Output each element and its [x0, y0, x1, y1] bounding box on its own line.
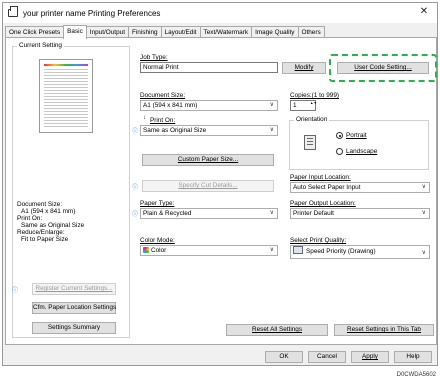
cancel-button[interactable]: Cancel [308, 351, 346, 363]
print-on-label: Print On: [150, 117, 176, 124]
paper-input-value: Auto Select Paper Input [293, 184, 361, 191]
title-bar: your printer name Printing Preferences ✕ [3, 3, 437, 23]
register-settings-button[interactable]: Register Current Settings... [32, 283, 116, 295]
paper-output-label: Paper Output Location: [290, 200, 356, 207]
summary-print-on-value: Same as Original Size [21, 222, 85, 229]
settings-summary-button[interactable]: Settings Summary [32, 322, 116, 334]
spin-icon[interactable]: ▲▼ [310, 101, 317, 106]
landscape-label: Landscape [346, 148, 378, 155]
custom-paper-size-label: Custom Paper Size... [177, 156, 239, 163]
paper-output-select[interactable]: Printer Default ∨ [290, 208, 430, 219]
paper-type-select[interactable]: Plain & Recycled ∨ [140, 208, 278, 219]
print-quality-select[interactable]: Speed Priority (Drawing) ∨ [290, 245, 430, 259]
print-on-value: Same as Original Size [143, 127, 207, 134]
specify-cut-details-label: Specify Cut Details... [178, 182, 238, 189]
help-label: Help [406, 353, 420, 360]
paper-input-select[interactable]: Auto Select Paper Input ∨ [290, 182, 430, 193]
page-preview [39, 59, 93, 133]
color-mode-value: Color [151, 247, 167, 254]
current-setting-title: Current Setting [17, 42, 64, 49]
color-mode-label: Color Mode: [140, 237, 175, 244]
portrait-label: Portrait [346, 132, 367, 139]
settings-summary-label: Settings Summary [47, 324, 101, 331]
landscape-radio[interactable] [336, 148, 343, 155]
portrait-radio[interactable] [336, 132, 343, 139]
modify-label: Modify [294, 64, 314, 71]
register-settings-label: Register Current Settings... [35, 285, 113, 292]
orientation-title: Orientation [294, 116, 330, 123]
paper-type-label: Paper Type: [140, 200, 175, 207]
summary-document-size-label: Document Size: [17, 201, 63, 208]
copies-field[interactable]: 1 ▲▼ [290, 100, 317, 111]
apply-label: Apply [362, 353, 378, 360]
basic-tab-panel: Current Setting Document Size: A1 (594 x… [5, 37, 437, 345]
tab-basic[interactable]: Basic [63, 25, 87, 39]
document-size-label: Document Size: [140, 92, 186, 99]
chevron-down-icon: ∨ [269, 127, 274, 133]
job-type-label: Job Type: [140, 54, 168, 61]
chevron-down-icon: ∨ [269, 247, 274, 253]
page-lines-icon [307, 138, 313, 147]
summary-document-size-value: A1 (594 x 841 mm) [21, 208, 76, 215]
highlight-box [329, 54, 437, 82]
info-icon: ⓘ [132, 185, 139, 191]
summary-print-on-label: Print On: [17, 215, 43, 222]
cfm-paper-location-button[interactable]: Cfm. Paper Location Settings [32, 302, 116, 314]
preview-color-bar [44, 64, 88, 66]
paper-type-value: Plain & Recycled [143, 210, 192, 217]
job-type-field[interactable]: Normal Print [140, 62, 278, 73]
summary-reduce-enlarge-label: Reduce/Enlarge: [17, 229, 65, 236]
copies-value: 1 [293, 102, 297, 109]
print-quality-label: Select Print Quality: [290, 237, 347, 244]
preview-text-lines [44, 69, 88, 129]
reset-tab-settings-button[interactable]: Reset Settings in This Tab [334, 324, 434, 336]
cfm-paper-location-label: Cfm. Paper Location Settings [33, 304, 117, 311]
printer-icon [8, 6, 18, 17]
ok-button[interactable]: OK [265, 351, 303, 363]
custom-paper-size-button[interactable]: Custom Paper Size... [142, 154, 274, 166]
copies-label: Copies:(1 to 999) [290, 92, 340, 99]
dialog-footer: OK Cancel Apply Help [3, 348, 437, 366]
document-size-select[interactable]: A1 (594 x 841 mm) ∨ [140, 100, 278, 111]
cancel-label: Cancel [317, 353, 337, 360]
reset-all-settings-button[interactable]: Reset All Settings [226, 324, 328, 336]
chevron-down-icon: ∨ [269, 102, 274, 108]
info-icon: ⓘ [132, 212, 139, 218]
reset-tab-settings-label: Reset Settings in This Tab [346, 326, 421, 333]
window-title: your printer name Printing Preferences [23, 8, 161, 18]
apply-button[interactable]: Apply [351, 351, 389, 363]
info-icon: ⓘ [132, 129, 139, 135]
paper-input-label: Paper Input Location: [290, 174, 351, 181]
print-on-select[interactable]: Same as Original Size ∨ [140, 125, 278, 136]
print-on-arrow-icon: ↓ [143, 114, 147, 121]
figure-caption: D0CWDA5602 [396, 372, 436, 378]
portrait-page-icon [304, 135, 316, 150]
color-palette-icon [143, 247, 149, 253]
chevron-down-icon: ∨ [269, 210, 274, 216]
chevron-down-icon: ∨ [421, 250, 426, 256]
orientation-group: Orientation Portrait Landscape [289, 116, 429, 170]
summary-reduce-enlarge-value: Fit to Paper Size [21, 236, 69, 243]
info-icon: ⓘ [12, 288, 19, 294]
modify-button[interactable]: Modify [282, 62, 326, 74]
color-mode-select[interactable]: Color ∨ [140, 245, 278, 256]
specify-cut-details-button[interactable]: Specify Cut Details... [142, 180, 274, 192]
chevron-down-icon: ∨ [421, 184, 426, 190]
document-size-value: A1 (594 x 841 mm) [143, 102, 198, 109]
ok-label: OK [279, 353, 289, 360]
paper-output-value: Printer Default [293, 210, 334, 217]
print-quality-value: Speed Priority (Drawing) [306, 248, 376, 255]
help-button[interactable]: Help [394, 351, 432, 363]
close-icon[interactable]: ✕ [417, 6, 431, 17]
chevron-down-icon: ∨ [421, 210, 426, 216]
reset-all-settings-label: Reset All Settings [251, 326, 303, 333]
print-quality-icon [293, 246, 303, 254]
preferences-window: your printer name Printing Preferences ✕… [2, 2, 438, 366]
